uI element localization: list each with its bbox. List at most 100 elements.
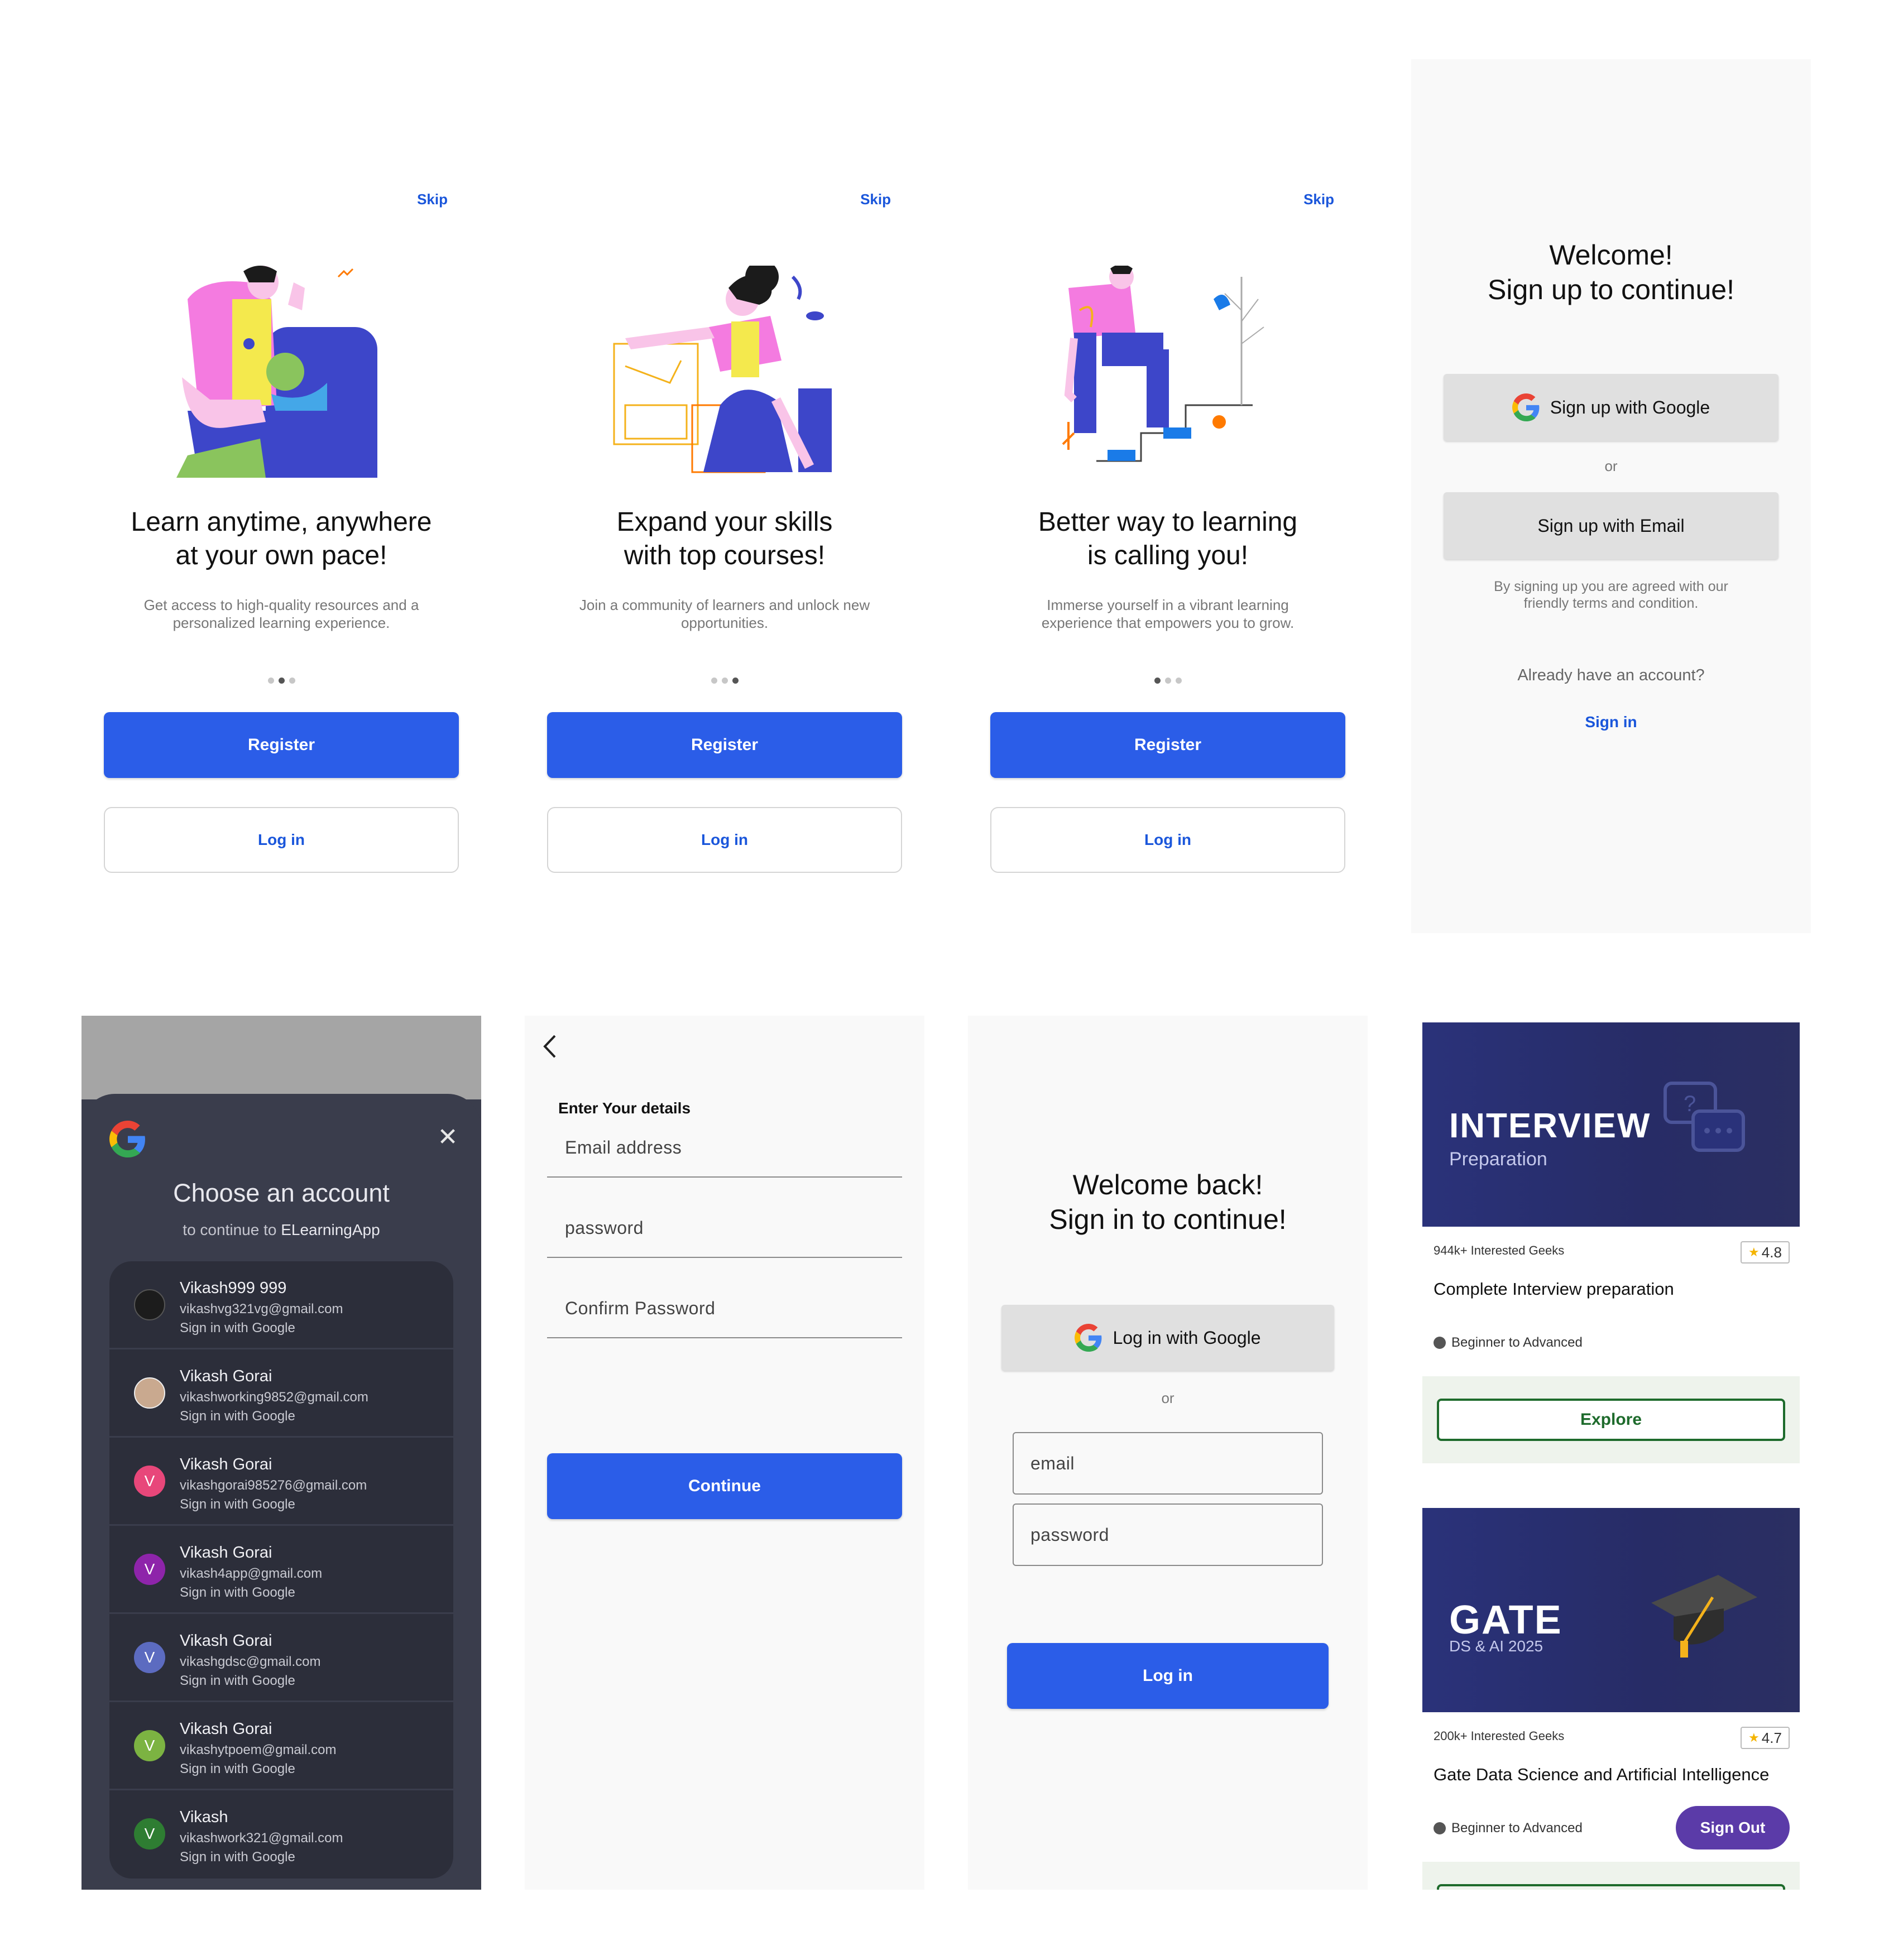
course-banner: INTERVIEW Preparation ? xyxy=(1422,1022,1800,1227)
password-field[interactable]: password xyxy=(547,1202,902,1258)
account-item[interactable]: V Vikash Gorai vikashgorai985276@gmail.c… xyxy=(109,1438,453,1526)
skip-link[interactable]: Skip xyxy=(1303,191,1334,208)
or-divider: or xyxy=(1604,458,1618,474)
explore-button-partial[interactable] xyxy=(1437,1884,1785,1890)
avatar xyxy=(134,1377,165,1409)
skip-link[interactable]: Skip xyxy=(860,191,891,208)
account-chooser-screen: ✕ Choose an account to continue to ELear… xyxy=(82,1016,481,1890)
onboarding-title: Expand your skills with top courses! xyxy=(616,507,833,570)
register-button[interactable]: Register xyxy=(990,712,1345,778)
banner-title: GATE xyxy=(1449,1598,1562,1642)
or-divider: or xyxy=(1161,1390,1174,1406)
password-placeholder: password xyxy=(565,1218,644,1238)
account-email: vikash4app@gmail.com xyxy=(180,1566,323,1581)
onboarding-screen-1: Skip Learn anytime, anywhere at your own… xyxy=(82,59,481,933)
signup-email-button[interactable]: Sign up with Email xyxy=(1444,492,1778,559)
onboarding-title: Learn anytime, anywhere at your own pace… xyxy=(131,507,432,570)
account-sub: Sign in with Google xyxy=(180,1849,295,1865)
sign-out-button[interactable]: Sign Out xyxy=(1676,1806,1790,1849)
course-card[interactable]: INTERVIEW Preparation ? 944k+ Interested… xyxy=(1422,1022,1800,1463)
course-card[interactable]: GATE DS & AI 2025 200k+ Interested Geeks… xyxy=(1422,1508,1800,1890)
account-item[interactable]: Vikash999 999 vikashvg321vg@gmail.com Si… xyxy=(109,1261,453,1349)
signin-link[interactable]: Sign in xyxy=(1411,713,1811,731)
rating-value: 4.8 xyxy=(1761,1243,1782,1261)
login-google-button[interactable]: Log in with Google xyxy=(1001,1305,1334,1371)
onboarding-subtitle: Get access to high-quality resources and… xyxy=(143,597,419,631)
account-item[interactable]: V Vikash Gorai vikashytpoem@gmail.com Si… xyxy=(109,1702,453,1790)
signin-screen: Welcome back! Sign in to continue! Log i… xyxy=(968,1016,1368,1890)
explore-button[interactable]: Explore xyxy=(1437,1399,1785,1441)
page-indicator xyxy=(525,678,924,684)
chooser-subtitle: to continue to ELearningApp xyxy=(82,1221,481,1239)
register-button[interactable]: Register xyxy=(547,712,902,778)
login-button[interactable]: Log in xyxy=(104,807,459,873)
signup-google-button[interactable]: Sign up with Google xyxy=(1444,374,1778,441)
courses-screen: INTERVIEW Preparation ? 944k+ Interested… xyxy=(1411,1016,1811,1890)
page-indicator xyxy=(968,678,1368,684)
account-sub: Sign in with Google xyxy=(180,1585,295,1600)
already-account-text: Already have an account? xyxy=(1517,666,1705,684)
login-button[interactable]: Log in xyxy=(547,807,902,873)
account-item[interactable]: V Vikash Gorai vikashgdsc@gmail.com Sign… xyxy=(109,1614,453,1702)
account-sub: Sign in with Google xyxy=(180,1761,295,1776)
email-input[interactable]: email xyxy=(1013,1432,1323,1495)
avatar: V xyxy=(134,1466,165,1497)
account-email: vikashytpoem@gmail.com xyxy=(180,1742,337,1757)
email-placeholder: email xyxy=(1030,1453,1075,1473)
onboarding-screen-2: Skip Expand your skills with top courses… xyxy=(525,59,924,933)
page-dot xyxy=(267,678,274,684)
login-button[interactable]: Log in xyxy=(990,807,1345,873)
page-dot xyxy=(289,678,295,684)
confirm-password-placeholder: Confirm Password xyxy=(565,1298,716,1318)
app-name: ELearningApp xyxy=(281,1221,380,1238)
account-chooser-sheet: ✕ Choose an account to continue to ELear… xyxy=(82,1094,481,1890)
account-name: Vikash Gorai xyxy=(180,1455,272,1473)
password-input[interactable]: password xyxy=(1013,1503,1323,1566)
page-indicator xyxy=(82,678,481,684)
avatar: V xyxy=(134,1818,165,1849)
skip-link[interactable]: Skip xyxy=(417,191,448,208)
form-heading: Enter Your details xyxy=(558,1099,691,1117)
chat-question-icon: ? xyxy=(1664,1082,1745,1152)
account-email: vikashvg321vg@gmail.com xyxy=(180,1301,343,1317)
course-banner: GATE DS & AI 2025 xyxy=(1422,1508,1800,1712)
account-item[interactable]: Vikash Gorai vikashworking9852@gmail.com… xyxy=(109,1349,453,1438)
register-form-screen: Enter Your details Email address passwor… xyxy=(525,1016,924,1890)
account-email: vikashgdsc@gmail.com xyxy=(180,1654,321,1669)
register-button[interactable]: Register xyxy=(104,712,459,778)
login-button[interactable]: Log in xyxy=(1007,1643,1329,1709)
google-icon xyxy=(1512,393,1540,421)
email-placeholder: Email address xyxy=(565,1137,682,1157)
account-sub: Sign in with Google xyxy=(180,1673,295,1688)
account-item[interactable]: V Vikash vikashwork321@gmail.com Sign in… xyxy=(109,1790,453,1879)
onboarding-subtitle: Join a community of learners and unlock … xyxy=(579,597,870,631)
back-arrow-icon[interactable] xyxy=(539,1032,562,1060)
close-icon[interactable]: ✕ xyxy=(437,1125,459,1150)
interested-count: 944k+ Interested Geeks xyxy=(1434,1243,1565,1257)
account-name: Vikash Gorai xyxy=(180,1720,272,1738)
account-name: Vikash Gorai xyxy=(180,1632,272,1650)
email-field[interactable]: Email address xyxy=(547,1122,902,1178)
signin-title: Welcome back! Sign in to continue! xyxy=(1049,1169,1287,1235)
account-item[interactable]: V Vikash Gorai vikash4app@gmail.com Sign… xyxy=(109,1526,453,1614)
mother-baby-illustration xyxy=(176,266,377,478)
login-google-label: Log in with Google xyxy=(1113,1327,1261,1348)
account-name: Vikash xyxy=(180,1808,228,1826)
star-icon: ★ xyxy=(1748,1245,1760,1259)
confirm-password-field[interactable]: Confirm Password xyxy=(547,1282,902,1338)
google-icon xyxy=(109,1121,145,1157)
climbing-steps-illustration xyxy=(1062,266,1264,462)
course-title: Complete Interview preparation xyxy=(1434,1279,1674,1299)
password-placeholder: password xyxy=(1030,1525,1109,1545)
banner-subtitle: Preparation xyxy=(1449,1149,1547,1170)
course-level: Beginner to Advanced xyxy=(1434,1820,1583,1836)
page-dot-active xyxy=(732,678,739,684)
continue-button[interactable]: Continue xyxy=(547,1453,902,1519)
level-icon xyxy=(1434,1337,1446,1349)
level-text: Beginner to Advanced xyxy=(1451,1820,1583,1836)
level-text: Beginner to Advanced xyxy=(1451,1335,1583,1350)
graduation-cap-icon xyxy=(1651,1575,1757,1658)
account-email: vikashwork321@gmail.com xyxy=(180,1831,343,1846)
account-sub: Sign in with Google xyxy=(180,1320,295,1336)
account-sub: Sign in with Google xyxy=(180,1497,295,1512)
